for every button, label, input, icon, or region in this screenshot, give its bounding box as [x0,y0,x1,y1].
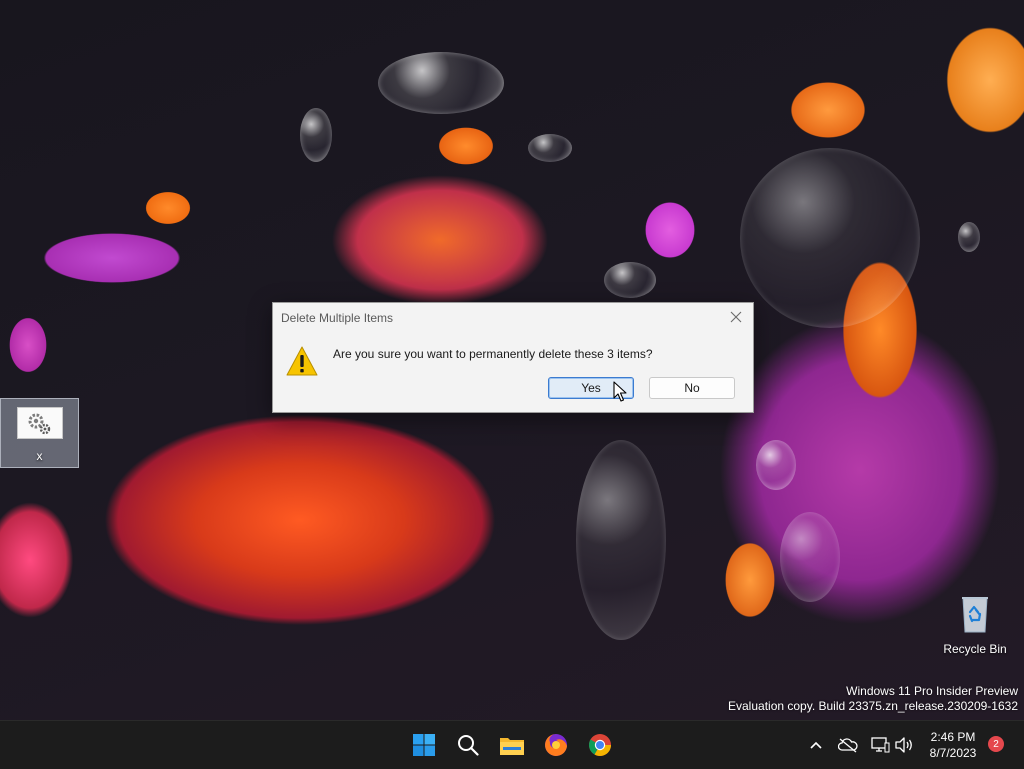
onedrive-offline-icon[interactable] [838,735,858,755]
search-icon[interactable] [452,729,484,761]
wallpaper-bubble [604,262,656,298]
desktop-item-x[interactable]: x [0,398,79,468]
network-icon[interactable] [870,735,890,755]
watermark-edition: Windows 11 Pro Insider Preview [846,684,1018,698]
no-button[interactable]: No [649,377,735,399]
windows-watermark: Windows 11 Pro Insider Preview Evaluatio… [728,684,1018,714]
warning-icon [285,345,319,382]
wallpaper-bubble [528,134,572,162]
notification-badge[interactable]: 2 [988,736,1004,752]
recycle-bin-label: Recycle Bin [943,642,1007,656]
dialog-body: Are you sure you want to permanently del… [273,333,753,412]
wallpaper-bubble [378,52,504,114]
recycle-bin[interactable]: Recycle Bin [940,594,1010,660]
delete-confirmation-dialog: Delete Multiple Items Are you sure you w… [272,302,754,413]
close-icon[interactable] [725,307,747,327]
dialog-message: Are you sure you want to permanently del… [333,347,653,361]
clock-time: 2:46 PM [930,730,976,744]
wallpaper-bubble [780,512,840,602]
wallpaper-bubble [740,148,920,328]
wallpaper-bubble [958,222,980,252]
volume-icon[interactable] [894,735,914,755]
taskbar: 2:46 PM 8/7/2023 [0,720,1024,769]
wallpaper-bubble [300,108,332,162]
file-explorer-icon[interactable] [496,729,528,761]
start-icon[interactable] [408,729,440,761]
mouse-cursor-icon [613,381,627,408]
recycle-bin-icon [959,594,991,633]
show-hidden-icons-chevron[interactable] [806,735,826,755]
desktop-item-label: x [36,449,43,463]
taskbar-clock[interactable]: 2:46 PM 8/7/2023 [920,729,986,761]
chrome-icon[interactable] [584,729,616,761]
wallpaper-bubble [576,440,666,640]
clock-date: 8/7/2023 [929,746,977,760]
watermark-build: Evaluation copy. Build 23375.zn_release.… [728,699,1018,713]
wallpaper-bubble [756,440,796,490]
dialog-title: Delete Multiple Items [281,311,394,325]
settings-gears-icon [16,407,63,439]
firefox-icon[interactable] [540,729,572,761]
